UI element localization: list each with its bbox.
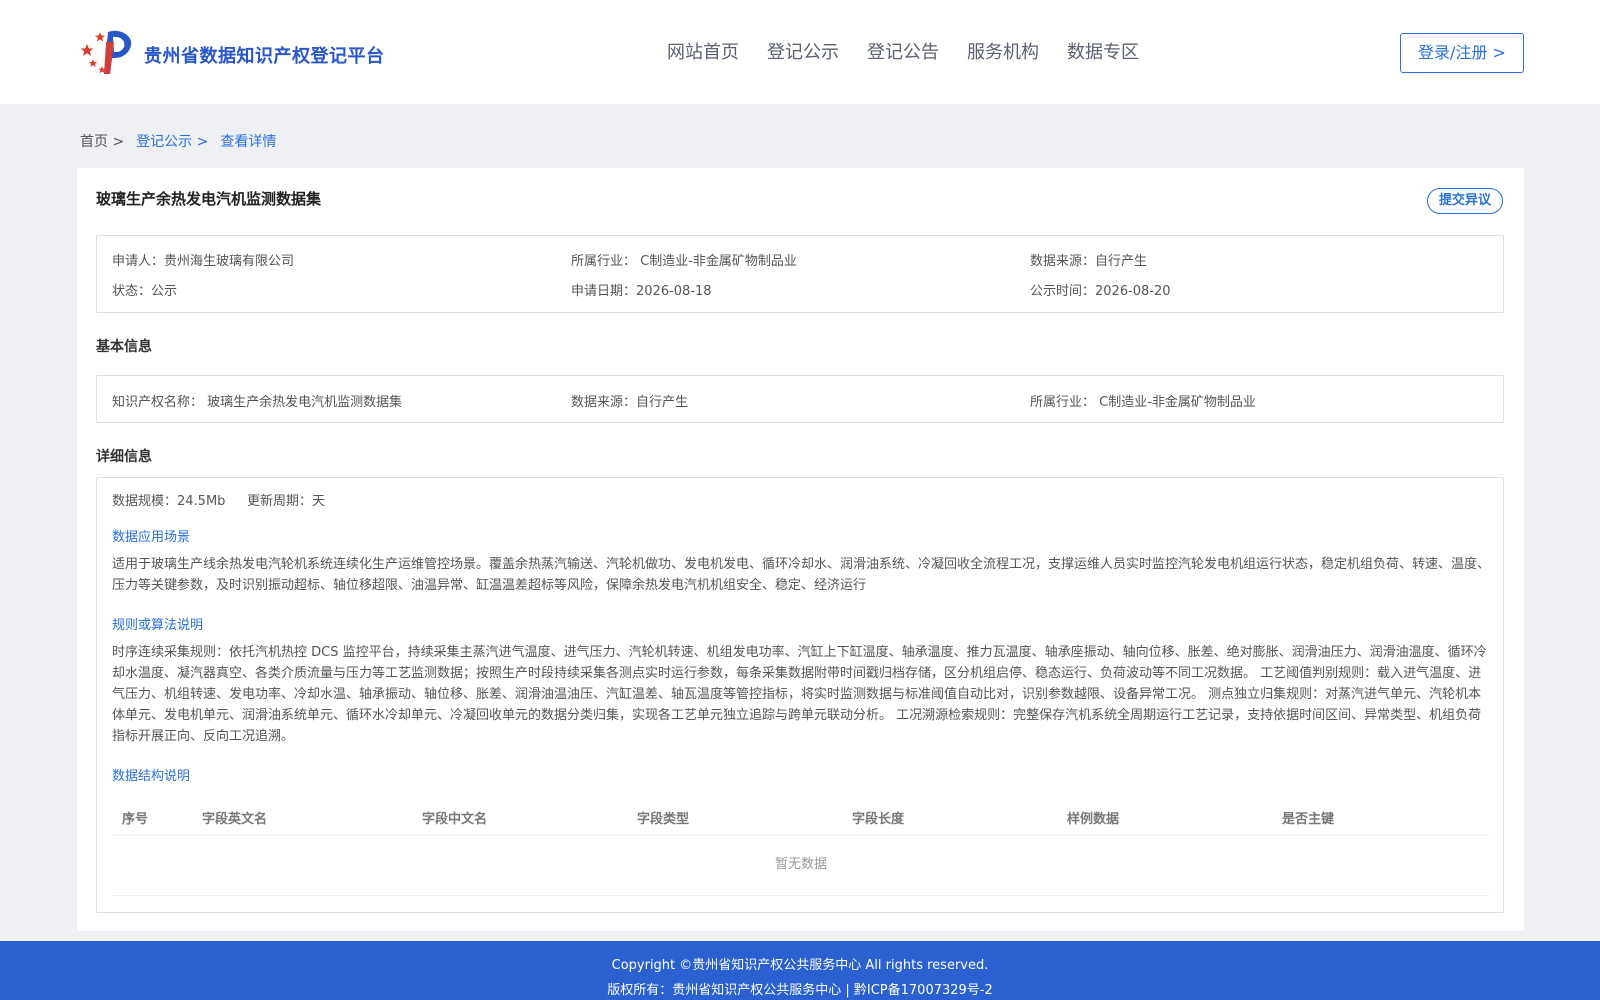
applicant: 申请人：贵州海生玻璃有限公司: [112, 254, 295, 269]
industry: 所属行业： C制造业-非金属矿物制品业: [571, 254, 797, 269]
rules-title: 规则或算法说明: [112, 618, 204, 633]
breadcrumb-home[interactable]: 首页 >: [80, 131, 124, 151]
nav-home[interactable]: 网站首页: [667, 38, 739, 64]
breadcrumb-current: 查看详情: [220, 134, 277, 150]
rules-text: 时序连续采集规则：依托汽机热控 DCS 监控平台，持续采集主蒸汽进气温度、进气压…: [112, 645, 1487, 744]
col-field-en: 字段英文名: [202, 812, 268, 827]
site-title: 贵州省数据知识产权登记平台: [144, 46, 385, 67]
publish-time: 公示时间：2026-08-20: [1030, 284, 1171, 299]
data-source: 数据来源：自行产生: [1030, 254, 1148, 269]
col-field-type: 字段类型: [637, 812, 690, 827]
structure-table-header: 序号 字段英文名 字段中文名 字段类型 字段长度 样例数据 是否主键: [112, 796, 1490, 836]
basic-industry: 所属行业： C制造业-非金属矿物制品业: [1030, 395, 1256, 410]
nav-registration-announcement[interactable]: 登记公告: [867, 38, 939, 64]
main-nav: 网站首页 登记公示 登记公告 服务机构 数据专区: [667, 38, 1167, 64]
detail-panel: 玻璃生产余热发电汽机监测数据集 提交异议 申请人：贵州海生玻璃有限公司 所属行业…: [77, 168, 1524, 931]
apply-date: 申请日期：2026-08-18: [571, 284, 712, 299]
login-register-button[interactable]: 登录/注册 >: [1400, 33, 1524, 73]
scenario-title: 数据应用场景: [112, 530, 191, 545]
scenario-text: 适用于玻璃生产线余热发电汽轮机系统连续化生产运维管控场景。覆盖余热蒸汽输送、汽轮…: [112, 557, 1491, 593]
status: 状态：公示: [112, 284, 178, 299]
nav-registration-publicity[interactable]: 登记公示: [767, 38, 839, 64]
site-footer: Copyright ©贵州省知识产权公共服务中心 All rights rese…: [0, 941, 1600, 1000]
table-empty-state: 暂无数据: [112, 836, 1490, 896]
basic-info-box: 知识产权名称： 玻璃生产余热发电汽机监测数据集 数据来源：自行产生 所属行业： …: [96, 375, 1504, 423]
col-index: 序号: [122, 812, 149, 827]
breadcrumb-section[interactable]: 登记公示 >: [136, 131, 208, 151]
dataset-title: 玻璃生产余热发电汽机监测数据集: [96, 190, 322, 208]
footer-copyright: Copyright ©贵州省知识产权公共服务中心 All rights rese…: [611, 958, 989, 973]
footer-rights: 版权所有：贵州省知识产权公共服务中心 | 黔ICP备17007329号-2: [607, 983, 993, 998]
detail-info-title: 详细信息: [96, 449, 152, 465]
nav-data-zone[interactable]: 数据专区: [1067, 38, 1139, 64]
platform-logo[interactable]: [80, 28, 138, 78]
col-field-length: 字段长度: [852, 812, 905, 827]
breadcrumb: 首页 > 登记公示 > 查看详情: [80, 131, 288, 151]
structure-title: 数据结构说明: [112, 769, 191, 784]
col-sample-data: 样例数据: [1067, 812, 1120, 827]
col-field-cn: 字段中文名: [422, 812, 488, 827]
nav-service-agencies[interactable]: 服务机构: [967, 38, 1039, 64]
basic-data-source: 数据来源：自行产生: [571, 395, 689, 410]
data-scale: 数据规模：24.5Mb: [112, 494, 226, 509]
col-primary-key: 是否主键: [1282, 812, 1335, 827]
submit-objection-button[interactable]: 提交异议: [1427, 188, 1503, 214]
ip-name: 知识产权名称： 玻璃生产余热发电汽机监测数据集: [112, 395, 403, 410]
detail-info-box: 数据规模：24.5Mb 更新周期：天 数据应用场景 适用于玻璃生产线余热发电汽轮…: [96, 477, 1504, 913]
site-header: 贵州省数据知识产权登记平台 网站首页 登记公示 登记公告 服务机构 数据专区 登…: [0, 0, 1600, 104]
basic-info-title: 基本信息: [96, 339, 152, 355]
update-cycle: 更新周期：天: [247, 494, 326, 509]
summary-box: 申请人：贵州海生玻璃有限公司 所属行业： C制造业-非金属矿物制品业 数据来源：…: [96, 235, 1504, 313]
